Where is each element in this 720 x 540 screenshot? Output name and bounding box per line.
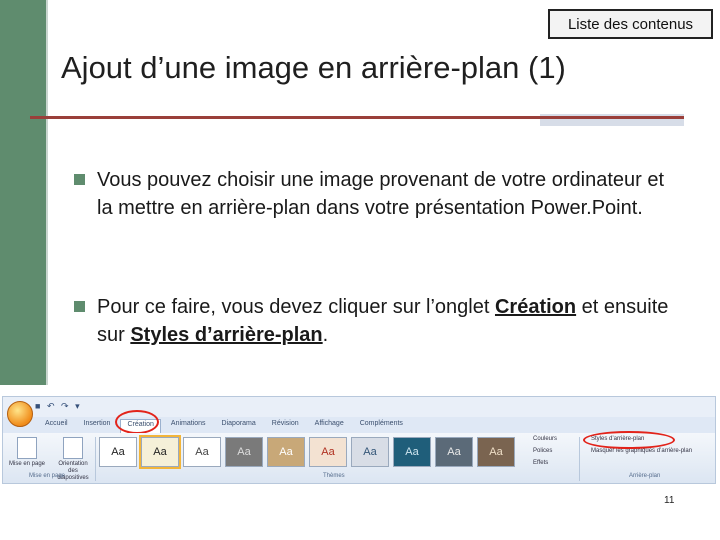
bullet-2-suffix: .: [322, 324, 329, 346]
tab-accueil[interactable]: Accueil: [39, 419, 74, 433]
ribbon-title-bar: [3, 397, 715, 417]
group-separator: [579, 437, 580, 481]
side-bar-edge: [46, 0, 48, 385]
save-icon[interactable]: ■: [35, 401, 42, 411]
tab-complements[interactable]: Compléments: [354, 419, 409, 433]
redo-icon[interactable]: ↷: [61, 401, 71, 411]
theme-thumbnail[interactable]: Aa: [225, 437, 263, 467]
theme-thumbnail[interactable]: Aa: [183, 437, 221, 467]
group-label-themes: Thèmes: [323, 473, 345, 479]
theme-thumbnail[interactable]: Aa: [477, 437, 515, 467]
group-separator: [95, 437, 96, 481]
theme-colors-button[interactable]: Couleurs: [533, 433, 557, 445]
theme-thumbnail[interactable]: Aa: [351, 437, 389, 467]
creation-link[interactable]: Création: [495, 296, 576, 318]
ribbon-screenshot: ■ ↶ ↷ ▾ Accueil Insertion Création Anima…: [2, 396, 716, 484]
tab-affichage[interactable]: Affichage: [309, 419, 350, 433]
orientation-icon: [63, 437, 83, 459]
tab-revision[interactable]: Révision: [266, 419, 305, 433]
theme-fonts-button[interactable]: Polices: [533, 445, 557, 457]
quick-access-toolbar[interactable]: ■ ↶ ↷ ▾: [35, 401, 82, 412]
title-rule-overlay: [540, 116, 684, 119]
office-button-icon[interactable]: [7, 401, 33, 427]
page-setup-label: Mise en page: [8, 461, 46, 467]
chevron-down-icon[interactable]: ▾: [75, 401, 82, 411]
tab-diaporama[interactable]: Diaporama: [216, 419, 262, 433]
theme-thumbnail[interactable]: Aa: [99, 437, 137, 467]
side-bar: [0, 0, 46, 385]
undo-icon[interactable]: ↶: [47, 401, 57, 411]
theme-thumbnail[interactable]: Aa: [393, 437, 431, 467]
styles-highlight-circle: [583, 431, 675, 449]
theme-thumbnail[interactable]: Aa: [435, 437, 473, 467]
page-setup-icon: [17, 437, 37, 459]
bullet-square-icon: [74, 174, 85, 185]
tab-insertion[interactable]: Insertion: [78, 419, 117, 433]
bullet-2-prefix: Pour ce faire, vous devez cliquer sur l’…: [97, 296, 495, 318]
toc-button[interactable]: Liste des contenus: [548, 9, 713, 39]
slide-title: Ajout d’une image en arrière-plan (1): [61, 50, 566, 85]
theme-thumbnail[interactable]: Aa: [309, 437, 347, 467]
theme-thumbnail[interactable]: Aa: [139, 435, 181, 469]
creation-highlight-circle: [115, 410, 159, 434]
bullet-square-icon: [74, 301, 85, 312]
bullet-2-text: Pour ce faire, vous devez cliquer sur l’…: [97, 293, 684, 349]
theme-effects-button[interactable]: Effets: [533, 457, 557, 469]
bullet-1: Vous pouvez choisir une image provenant …: [74, 166, 684, 222]
theme-options: Couleurs Polices Effets: [533, 433, 557, 469]
page-number: 11: [664, 495, 675, 506]
group-label-page: Mise en page: [29, 473, 66, 479]
group-label-background: Arrière-plan: [629, 473, 661, 479]
bullet-1-text: Vous pouvez choisir une image provenant …: [97, 169, 665, 219]
tab-animations[interactable]: Animations: [165, 419, 212, 433]
bullet-2: Pour ce faire, vous devez cliquer sur l’…: [74, 293, 684, 349]
themes-gallery: Aa Aa Aa Aa Aa Aa Aa Aa Aa Aa: [99, 435, 515, 469]
ribbon-tabs: Accueil Insertion Création Animations Di…: [39, 419, 409, 433]
styles-link[interactable]: Styles d’arrière-plan: [130, 324, 322, 346]
theme-thumbnail[interactable]: Aa: [267, 437, 305, 467]
